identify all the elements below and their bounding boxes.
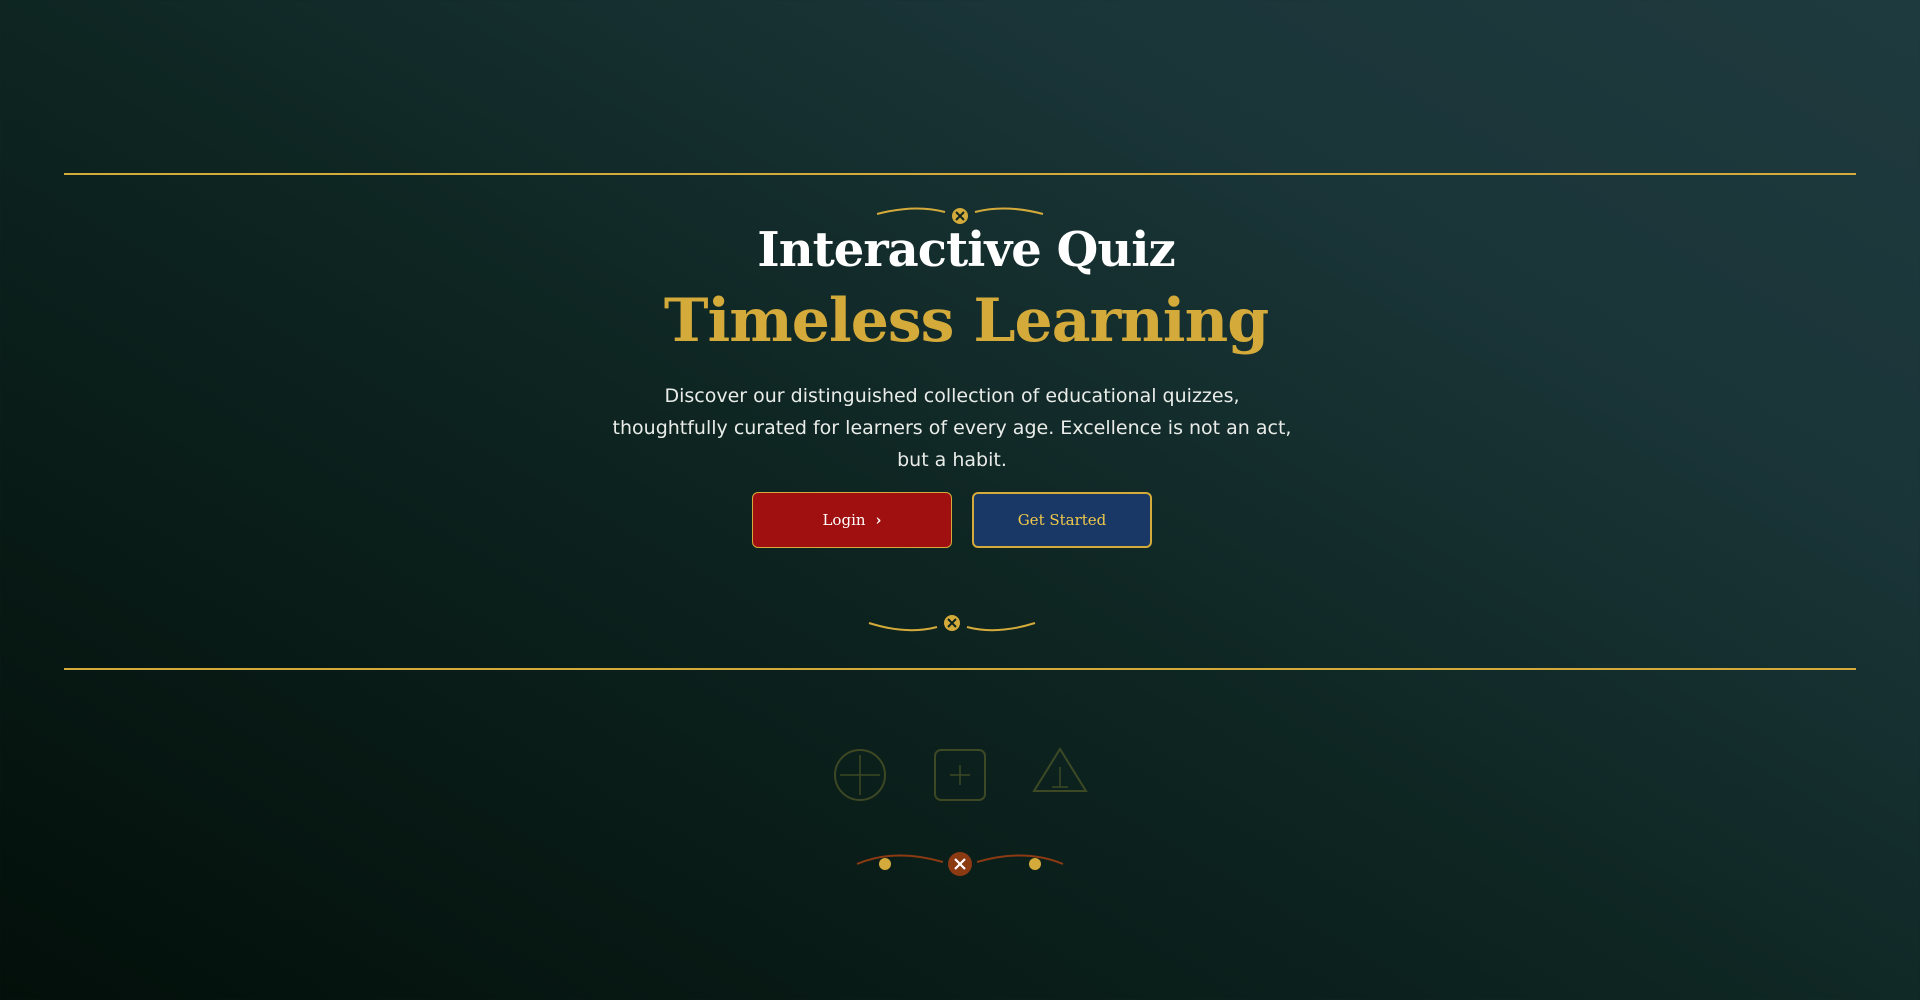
- top-divider: [64, 173, 1856, 175]
- login-button-label: Login: [822, 511, 866, 529]
- flourish-ornament-middle: [868, 615, 1036, 632]
- login-button[interactable]: Login ›: [752, 492, 952, 548]
- hero-description: Discover our distinguished collection of…: [612, 385, 1292, 471]
- chevron-right-icon: ›: [875, 511, 882, 529]
- page-subtitle: Timeless Learning: [663, 286, 1269, 356]
- decorative-shapes: [834, 747, 1088, 801]
- get-started-button-label: Get Started: [1017, 511, 1107, 529]
- get-started-button[interactable]: Get Started: [972, 492, 1152, 548]
- bottom-divider: [64, 668, 1856, 670]
- flourish-ornament-bottom: [856, 852, 1064, 876]
- circle-plus-icon: [834, 749, 886, 801]
- page-title: Interactive Quiz: [757, 222, 1175, 278]
- triangle-icon: [1032, 747, 1088, 792]
- square-plus-icon: [934, 749, 986, 801]
